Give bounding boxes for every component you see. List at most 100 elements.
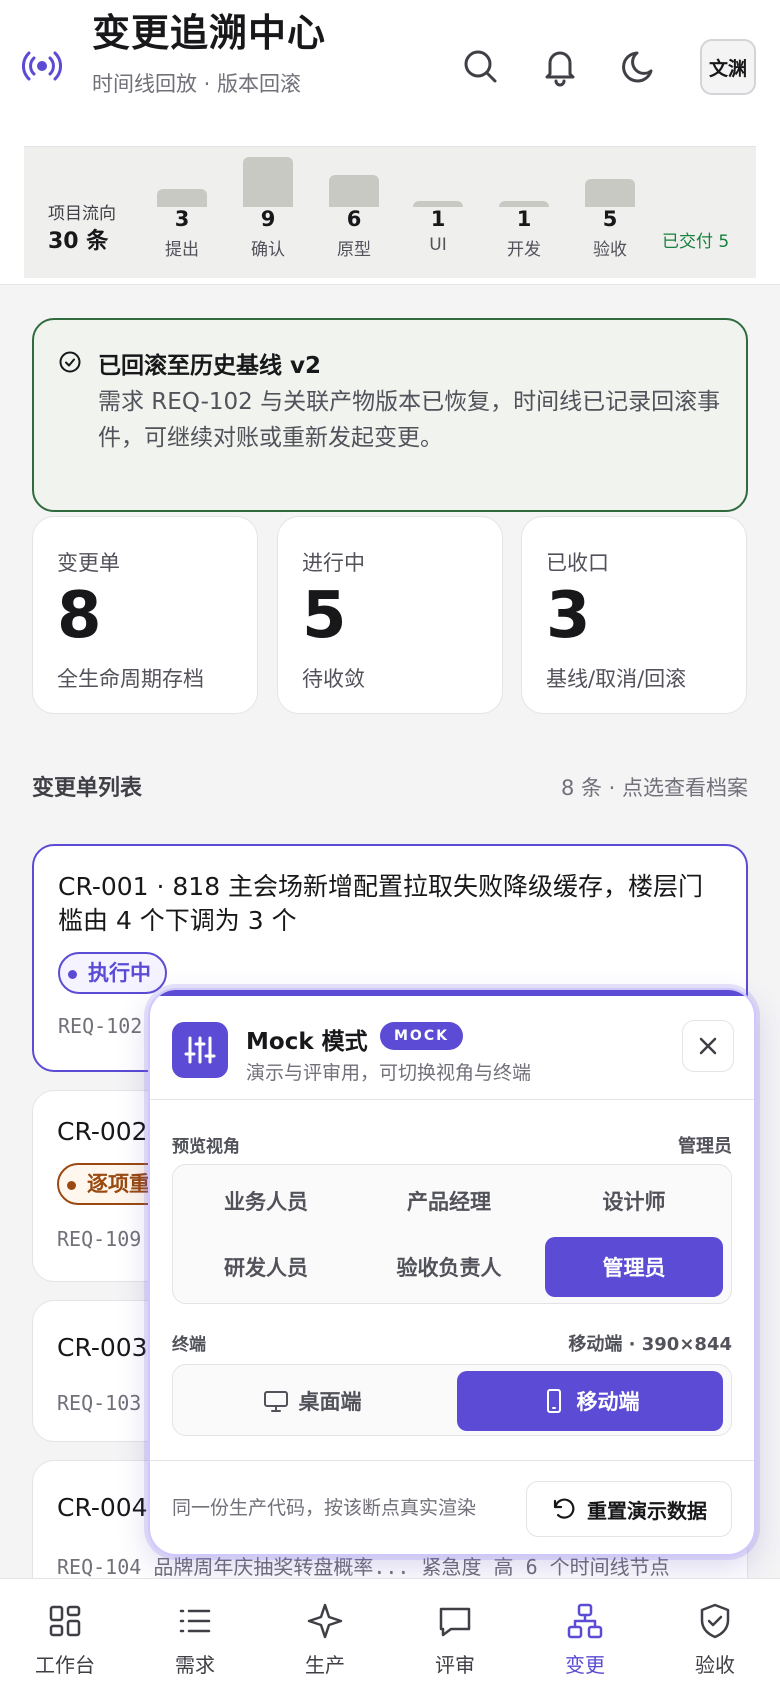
sliders-icon [172,1022,228,1078]
stat-card-closed[interactable]: 已收口 3 基线/取消/回滚 [521,516,747,714]
page-title: 变更追溯中心 [92,11,327,55]
device-option-mobile[interactable]: 移动端 [457,1371,723,1431]
app-header: 变更追溯中心 时间线回放 · 版本回滚 文渊 [0,0,780,140]
role-option[interactable]: 业务人员 [179,1171,353,1231]
message-icon [439,1607,471,1637]
sparkle-icon [307,1603,343,1639]
tab-production[interactable]: 生产 [260,1579,390,1688]
device-selector: 桌面端 移动端 [172,1364,732,1436]
role-option[interactable]: 研发人员 [179,1237,353,1297]
check-circle-icon [59,351,81,373]
device-label: 移动端 [576,1390,640,1414]
mock-badge: MOCK [380,1022,463,1050]
stage-count: 1 [516,207,532,231]
broadcast-icon [22,51,62,81]
close-button[interactable] [682,1020,734,1072]
close-icon [699,1037,717,1055]
role-section-label: 预览视角 [172,1137,240,1157]
cr-title: CR-001 · 818 主会场新增配置拉取失败降级缓存，楼层门槛由 4 个下调… [58,872,704,935]
stage-label: UI [429,235,447,255]
stage-label: 验收 [593,240,627,260]
smartphone-icon [546,1389,561,1413]
flow-count: 30 条 [48,229,109,254]
stage-label: 原型 [337,240,371,260]
role-selector: 业务人员 产品经理 设计师 研发人员 验收负责人 管理员 [172,1164,732,1304]
bottom-tab-bar: 工作台 需求 生产 评审 变更 验收 [0,1578,780,1688]
tab-requirements[interactable]: 需求 [130,1579,260,1688]
tab-review[interactable]: 评审 [390,1579,520,1688]
role-option-active[interactable]: 管理员 [545,1237,723,1297]
stage-count: 1 [430,207,446,231]
status-label: 执行中 [88,961,151,985]
stage-bar [243,157,293,207]
stat-card-total[interactable]: 变更单 8 全生命周期存档 [32,516,258,714]
stat-note: 待收敛 [302,667,365,691]
tab-workbench[interactable]: 工作台 [0,1579,130,1688]
flow-label: 项目流向 [48,204,116,224]
stage-label: 提出 [165,240,199,260]
stat-value: 3 [546,579,591,653]
footer-note: 同一份生产代码，按该断点真实渲染 [172,1497,477,1519]
stat-label: 进行中 [302,551,365,575]
list-meta: 8 条 · 点选查看档案 [560,776,748,800]
stat-value: 5 [302,579,347,653]
device-section-label: 终端 [172,1335,206,1355]
cr-meta: REQ-102 [58,1014,143,1038]
device-label: 桌面端 [298,1390,362,1414]
page-subtitle: 时间线回放 · 版本回滚 [92,72,302,96]
role-option[interactable]: 验收负责人 [362,1237,536,1297]
shield-check-icon [700,1603,730,1639]
cr-meta: REQ-103 [57,1391,142,1415]
status-dot [67,1181,76,1190]
stage-bar [157,189,207,207]
tab-changes[interactable]: 变更 [520,1579,650,1688]
moon-icon[interactable] [618,44,662,88]
delivered-count: 已交付 5 [662,232,730,252]
mock-mode-panel: Mock 模式 MOCK 演示与评审用，可切换视角与终端 预览视角 管理员 业务… [148,988,756,1556]
rollback-alert: 已回滚至历史基线 v2 需求 REQ-102 与关联产物版本已恢复，时间线已记录… [32,318,748,512]
role-current-value: 管理员 [678,1136,732,1157]
cr-meta: REQ-109 [57,1227,142,1251]
panel-description: 演示与评审用，可切换视角与终端 [246,1062,532,1084]
stage-count: 3 [174,207,190,231]
network-icon [567,1603,603,1639]
search-icon[interactable] [458,44,502,88]
stat-note: 基线/取消/回滚 [546,667,687,691]
device-current-value: 移动端 · 390×844 [568,1334,732,1355]
user-avatar[interactable]: 文渊 [700,39,756,95]
stat-note: 全生命周期存档 [57,667,204,691]
tab-label: 变更 [565,1653,605,1677]
stage-bar [585,179,635,207]
monitor-icon [263,1391,288,1412]
tab-label: 生产 [305,1653,345,1677]
tab-acceptance[interactable]: 验收 [650,1579,780,1688]
tab-label: 需求 [175,1653,215,1677]
status-badge: 执行中 [58,952,167,994]
status-dot [68,970,77,979]
stat-label: 已收口 [546,551,609,575]
stat-value: 8 [57,579,102,653]
list-title: 变更单列表 [32,776,143,801]
device-option-desktop[interactable]: 桌面端 [179,1371,445,1431]
stage-count: 6 [346,207,362,231]
stage-bar [329,175,379,207]
role-option[interactable]: 设计师 [545,1171,723,1231]
bell-icon[interactable] [538,44,582,88]
stage-label: 确认 [251,240,285,260]
role-option[interactable]: 产品经理 [362,1171,536,1231]
alert-title: 已回滚至历史基线 v2 [98,353,322,379]
stat-card-in-progress[interactable]: 进行中 5 待收敛 [277,516,503,714]
project-flow: 项目流向 30 条 3 提出 9 确认 6 原型 1 UI 1 开发 5 验收 … [0,140,780,285]
panel-title: Mock 模式 [246,1029,368,1055]
flow-summary: 项目流向 30 条 3 提出 9 确认 6 原型 1 UI 1 开发 5 验收 … [24,146,756,278]
alert-body: 需求 REQ-102 与关联产物版本已恢复，时间线已记录回滚事件，可继续对账或重… [98,389,721,451]
rotate-ccw-icon [553,1498,575,1519]
stat-label: 变更单 [57,551,120,575]
tab-label: 评审 [435,1653,475,1677]
reset-demo-button[interactable]: 重置演示数据 [526,1481,732,1537]
tab-label: 验收 [695,1653,735,1677]
tab-label: 工作台 [35,1653,95,1677]
stage-count: 9 [260,207,276,231]
reset-label: 重置演示数据 [587,1498,707,1523]
panel-footer: 同一份生产代码，按该断点真实渲染 重置演示数据 [150,1460,754,1554]
